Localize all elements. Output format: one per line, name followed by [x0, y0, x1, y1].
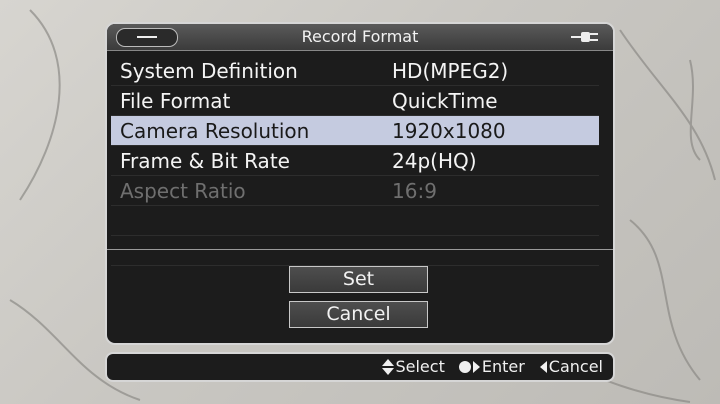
- enter-hint-label: Enter: [481, 357, 525, 376]
- row-system-definition[interactable]: System Definition HD(MPEG2): [111, 56, 599, 86]
- row-label: Camera Resolution: [120, 118, 310, 143]
- row-value: 1920x1080: [392, 118, 506, 143]
- settings-list: System Definition HD(MPEG2) File Format …: [111, 56, 599, 266]
- select-hint-label: Select: [395, 357, 445, 376]
- row-value: 16:9: [392, 178, 437, 203]
- enter-hint: Enter: [458, 357, 525, 376]
- empty-row: [111, 206, 599, 236]
- row-label: System Definition: [120, 58, 298, 83]
- row-file-format[interactable]: File Format QuickTime: [111, 86, 599, 116]
- dialog-titlebar: Record Format: [107, 24, 613, 51]
- row-frame-bit-rate[interactable]: Frame & Bit Rate 24p(HQ): [111, 146, 599, 176]
- row-value: QuickTime: [392, 88, 498, 113]
- row-value: HD(MPEG2): [392, 58, 509, 83]
- dialog-title: Record Format: [301, 27, 419, 46]
- row-value: 24p(HQ): [392, 148, 477, 173]
- left-arrow-icon: [539, 360, 547, 373]
- power-plug-icon: [571, 32, 598, 42]
- footer-hint-bar: Select Enter Cancel: [105, 352, 615, 382]
- select-hint: Select: [382, 357, 445, 376]
- record-format-dialog: Record Format System Definition HD(MPEG2…: [105, 22, 615, 345]
- set-button[interactable]: Set: [289, 266, 428, 293]
- cancel-button[interactable]: Cancel: [289, 301, 428, 328]
- cancel-hint-label: Cancel: [548, 357, 603, 376]
- row-aspect-ratio: Aspect Ratio 16:9: [111, 176, 599, 206]
- dot-right-arrow-icon: [458, 360, 480, 373]
- divider: [107, 249, 613, 250]
- row-label: Frame & Bit Rate: [120, 148, 290, 173]
- row-camera-resolution[interactable]: Camera Resolution 1920x1080: [111, 116, 599, 146]
- row-label: Aspect Ratio: [120, 178, 246, 203]
- up-down-arrows-icon: [382, 358, 395, 375]
- cancel-hint: Cancel: [539, 357, 603, 376]
- empty-row: [111, 236, 599, 266]
- row-label: File Format: [120, 88, 231, 113]
